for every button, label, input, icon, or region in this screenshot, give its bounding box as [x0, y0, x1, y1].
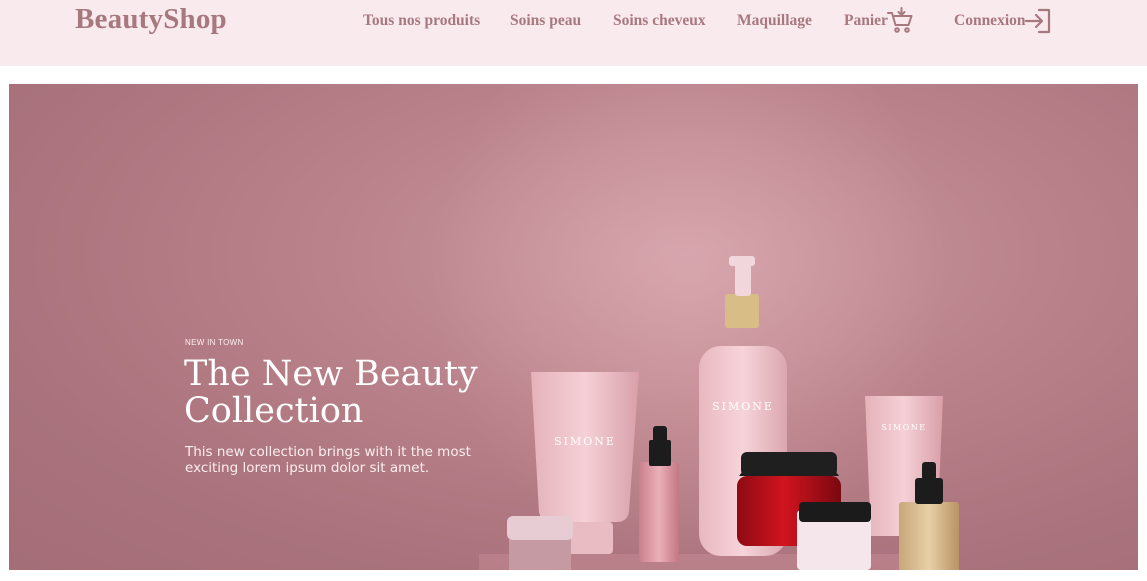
nav-link-cart[interactable]: Panier [844, 12, 888, 30]
nav-link-login[interactable]: Connexion [954, 12, 1026, 30]
nav-link-all-products[interactable]: Tous nos produits [363, 12, 480, 30]
hero-banner: NEW IN TOWN The New Beauty Collection Th… [9, 84, 1138, 570]
product-brand-label: SIMONE [712, 400, 774, 413]
product-brand-label: SIMONE [881, 423, 926, 432]
nav-link-makeup[interactable]: Maquillage [737, 12, 812, 30]
site-logo[interactable]: BeautyShop [75, 3, 227, 36]
hero-title: The New Beauty Collection [184, 354, 478, 431]
product-brand-label: SIMONE [554, 435, 616, 448]
hero-kicker: NEW IN TOWN [185, 338, 244, 347]
cart-icon[interactable] [886, 7, 916, 35]
login-icon[interactable] [1024, 8, 1052, 34]
hero-description: This new collection brings with it the m… [185, 444, 471, 476]
top-navigation-bar: BeautyShop Tous nos produits Soins peau … [0, 0, 1147, 66]
nav-link-skincare[interactable]: Soins peau [510, 12, 581, 30]
product-photo: SIMONE SIMONE SIMONE [479, 256, 959, 570]
nav-link-haircare[interactable]: Soins cheveux [613, 12, 706, 30]
